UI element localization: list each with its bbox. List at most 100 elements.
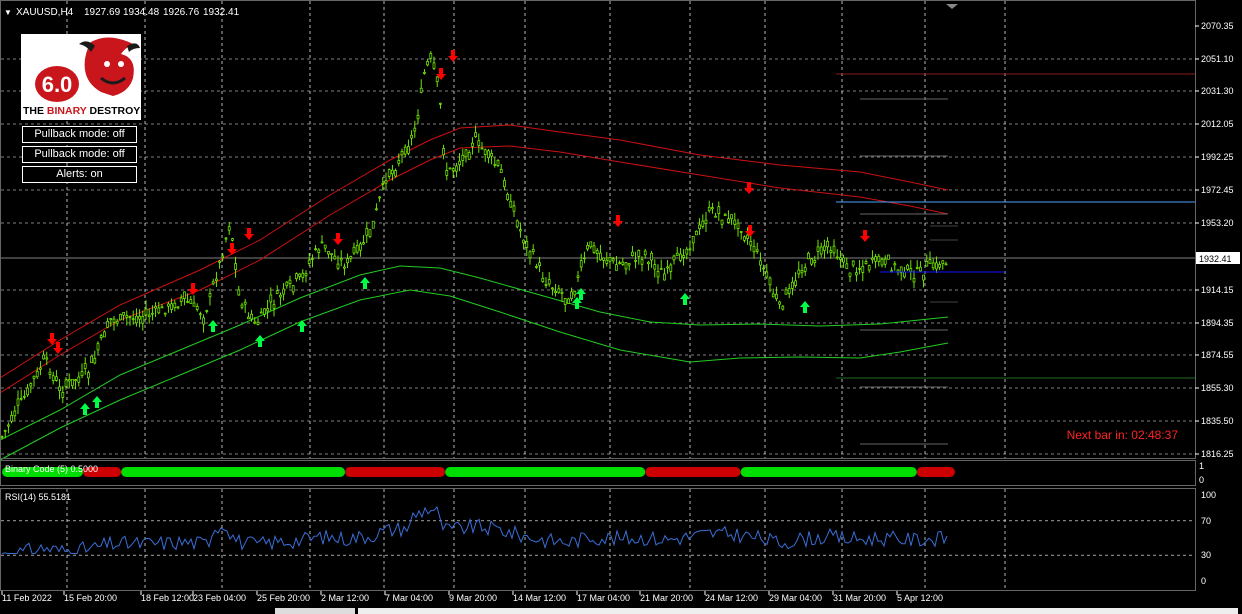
candle-body: [397, 160, 401, 164]
price-axis-label: 1874.55: [1201, 350, 1234, 360]
candle-body: [675, 252, 679, 256]
candle-body: [298, 273, 301, 277]
candle-body: [80, 371, 84, 377]
candle-body: [522, 239, 525, 244]
arrow-up-icon: [800, 301, 810, 313]
candle-body: [192, 302, 196, 307]
binary-segment-down: [916, 467, 955, 477]
candle-body: [442, 148, 445, 156]
candle-body: [877, 255, 881, 262]
candle-body: [829, 250, 833, 253]
time-axis-label: 17 Mar 04:00: [577, 593, 630, 603]
candle-body: [563, 298, 567, 305]
candle-body: [282, 288, 285, 295]
candle-body: [928, 259, 932, 264]
candle-body: [791, 281, 794, 289]
candle-body: [355, 245, 359, 253]
candle-body: [544, 284, 548, 286]
candle-body: [695, 230, 698, 236]
candle-body: [851, 260, 855, 266]
candle-body: [784, 289, 788, 295]
candle-body: [343, 266, 346, 269]
candle-body: [336, 263, 340, 269]
candle-body: [813, 259, 817, 263]
candle-body: [592, 245, 596, 253]
candle-body: [871, 257, 874, 261]
candle-body: [218, 260, 221, 263]
candle-body: [275, 290, 279, 294]
candle-body: [266, 308, 269, 312]
candle-body: [935, 262, 938, 270]
arrow-down-icon: [613, 215, 623, 227]
candle-body: [384, 180, 388, 184]
candle-body: [579, 260, 583, 268]
candle-body: [135, 315, 138, 324]
binary-panel-label: Binary Code (5) 0.5000: [5, 464, 98, 474]
candle-body: [48, 371, 52, 375]
candle-body: [464, 149, 468, 158]
candle-body: [685, 248, 689, 255]
price-axis-label: 2070.35: [1201, 21, 1234, 31]
candle-body: [707, 206, 711, 212]
header-high: 1934.48: [123, 7, 160, 18]
candle-body: [586, 245, 589, 250]
candle-body: [634, 260, 637, 262]
level-lines: [836, 73, 1195, 445]
candle-body: [77, 376, 81, 383]
candle-body: [7, 424, 10, 427]
header-symbol: XAUUSD,H4: [16, 7, 74, 18]
candle-body: [487, 150, 490, 159]
lower-band-inner: [0, 265, 949, 441]
time-axis-label: 2 Mar 12:00: [321, 593, 369, 603]
candle-body: [816, 246, 820, 252]
candle-body: [333, 255, 337, 260]
time-axis-label: 31 Mar 20:00: [833, 593, 886, 603]
candle-body: [739, 231, 743, 233]
candle-body: [867, 265, 871, 271]
candle-body: [861, 265, 865, 273]
price-axis-label: 1835.50: [1201, 416, 1234, 426]
candle-body: [659, 268, 663, 270]
candle-body: [288, 279, 292, 284]
candle-body: [925, 261, 929, 267]
candle-body: [912, 278, 916, 283]
arrow-up-icon: [208, 320, 218, 332]
candle-body: [653, 264, 657, 270]
time-axis-label: 14 Mar 12:00: [513, 593, 566, 603]
rsi-line: [1, 505, 948, 555]
price-axis-label: 1894.35: [1201, 318, 1234, 328]
candle-body: [186, 301, 189, 303]
candle-body: [842, 257, 845, 263]
candle-body: [291, 285, 295, 293]
pullback-mode-button-2[interactable]: Pullback mode: off: [22, 146, 137, 163]
candle-body: [237, 289, 241, 296]
alerts-button[interactable]: Alerts: on: [22, 166, 137, 183]
candle-body: [922, 274, 925, 281]
candle-body: [394, 170, 397, 177]
candle-body: [736, 222, 740, 229]
candle-body: [240, 304, 244, 308]
time-axis-label: 25 Feb 20:00: [257, 593, 310, 603]
rsi-panel: 100 70 30 0: [1, 490, 1216, 586]
symbol-dropdown-icon[interactable]: ▼: [4, 8, 12, 17]
candle-body: [119, 314, 122, 321]
candle-body: [883, 258, 887, 265]
chart-canvas[interactable]: 100 70 30 0 2070.35 2051.10 2031.30 2012.05 199…: [0, 0, 1242, 614]
candle-body: [637, 249, 641, 257]
candle-body: [874, 256, 877, 262]
signal-arrows: [47, 50, 870, 415]
candle-body: [835, 256, 839, 259]
candle-body: [474, 132, 477, 138]
candle-body: [231, 238, 234, 241]
candle-body: [800, 270, 804, 274]
candle-body: [45, 357, 49, 360]
candle-body: [387, 169, 391, 177]
candle-body: [624, 262, 628, 270]
candle-body: [13, 410, 17, 417]
candle-body: [103, 331, 106, 338]
candle-body: [295, 273, 298, 280]
pullback-mode-button-1[interactable]: Pullback mode: off: [22, 126, 137, 143]
candle-body: [576, 275, 580, 278]
candle-body: [365, 228, 369, 236]
rsi-panel-label: RSI(14) 55.5181: [5, 492, 71, 502]
